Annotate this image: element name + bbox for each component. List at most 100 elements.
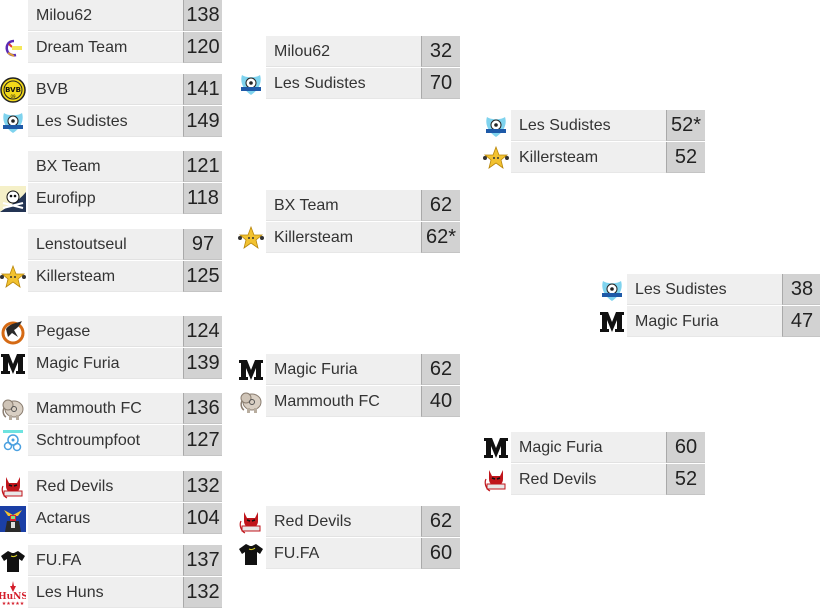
team-name[interactable]: BVB <box>28 74 183 105</box>
red-devil-icon <box>483 467 509 493</box>
team-row[interactable]: Killersteam 62* <box>266 222 460 254</box>
team-row[interactable]: Red Devils 62 <box>266 506 460 538</box>
team-name[interactable]: Red Devils <box>28 471 183 502</box>
team-score: 32 <box>421 36 460 67</box>
team-row[interactable]: Milou62 32 <box>266 36 460 68</box>
les-sudistes-icon <box>483 113 509 139</box>
team-name[interactable]: Magic Furia <box>511 432 666 463</box>
team-score: 47 <box>782 306 820 337</box>
team-row[interactable]: Actarus 104 <box>28 503 222 535</box>
match-box[interactable]: Red Devils 62 FU.FA 60 <box>266 506 460 570</box>
team-score: 149 <box>183 106 222 137</box>
team-row[interactable]: BX Team 62 <box>266 190 460 222</box>
team-row[interactable]: BVB 141 <box>28 74 222 106</box>
match-box[interactable]: BVB 141 Les Sudistes 149 <box>28 74 222 138</box>
team-row[interactable]: Les Sudistes 38 <box>627 274 820 306</box>
team-name[interactable]: Lenstoutseul <box>28 229 183 260</box>
team-name[interactable]: Mammouth FC <box>28 393 183 424</box>
team-name[interactable]: Killersteam <box>28 261 183 292</box>
team-name[interactable]: Killersteam <box>511 142 666 173</box>
team-name[interactable]: FU.FA <box>28 545 183 576</box>
bvb-icon <box>0 77 26 103</box>
match-box[interactable]: Magic Furia 62 Mammouth FC 40 <box>266 354 460 418</box>
team-name[interactable]: Schtroumpfoot <box>28 425 183 456</box>
team-name[interactable]: Magic Furia <box>627 306 782 337</box>
team-name[interactable]: Eurofipp <box>28 183 183 214</box>
match-box[interactable]: Red Devils 132 Actarus 104 <box>28 471 222 535</box>
team-score: 132 <box>183 577 222 608</box>
team-row[interactable]: Magic Furia 139 <box>28 348 222 380</box>
match-box[interactable]: Pegase 124 Magic Furia 139 <box>28 316 222 380</box>
team-row[interactable]: Mammouth FC 136 <box>28 393 222 425</box>
team-name[interactable]: Mammouth FC <box>266 386 421 417</box>
team-row[interactable]: Red Devils 52 <box>511 464 705 496</box>
match-box[interactable]: BX Team 121 Eurofipp 118 <box>28 151 222 215</box>
team-row[interactable]: Schtroumpfoot 127 <box>28 425 222 457</box>
huns-icon <box>0 580 26 606</box>
match-box[interactable]: Milou62 32 Les Sudistes 70 <box>266 36 460 100</box>
team-row[interactable]: Dream Team 120 <box>28 32 222 64</box>
team-score: 60 <box>421 538 460 569</box>
team-name[interactable]: Red Devils <box>266 506 421 537</box>
team-score: 127 <box>183 425 222 456</box>
team-name[interactable]: Milou62 <box>28 0 183 31</box>
team-row[interactable]: Killersteam 125 <box>28 261 222 293</box>
team-score: 40 <box>421 386 460 417</box>
team-row[interactable]: Les Huns 132 <box>28 577 222 609</box>
team-row[interactable]: Lenstoutseul 97 <box>28 229 222 261</box>
star-icon <box>483 145 509 171</box>
team-name[interactable]: Milou62 <box>266 36 421 67</box>
team-row[interactable]: Les Sudistes 70 <box>266 68 460 100</box>
team-score: 125 <box>183 261 222 292</box>
black-shirt-icon <box>238 541 264 567</box>
team-row[interactable]: Magic Furia 62 <box>266 354 460 386</box>
team-row[interactable]: Red Devils 132 <box>28 471 222 503</box>
team-row[interactable]: Magic Furia 60 <box>511 432 705 464</box>
team-name[interactable]: Les Sudistes <box>28 106 183 137</box>
team-name[interactable]: Magic Furia <box>28 348 183 379</box>
team-score: 104 <box>183 503 222 534</box>
team-name[interactable]: Pegase <box>28 316 183 347</box>
team-score: 137 <box>183 545 222 576</box>
team-score: 120 <box>183 32 222 63</box>
match-box[interactable]: Mammouth FC 136 Schtroumpfoot 127 <box>28 393 222 457</box>
team-name[interactable]: Magic Furia <box>266 354 421 385</box>
black-shirt-icon <box>0 548 26 574</box>
team-name[interactable]: Les Sudistes <box>266 68 421 99</box>
les-sudistes-icon <box>0 109 26 135</box>
team-name[interactable]: Killersteam <box>266 222 421 253</box>
les-sudistes-icon <box>238 71 264 97</box>
match-box[interactable]: Les Sudistes 38 Magic Furia 47 <box>627 274 820 338</box>
match-box[interactable]: Lenstoutseul 97 Killersteam 125 <box>28 229 222 293</box>
match-box[interactable]: Magic Furia 60 Red Devils 52 <box>511 432 705 496</box>
team-name[interactable]: Les Sudistes <box>511 110 666 141</box>
m-letter-icon <box>0 351 26 377</box>
match-box[interactable]: Les Sudistes 52* Killersteam 52 <box>511 110 705 174</box>
team-name[interactable]: BX Team <box>266 190 421 221</box>
team-row[interactable]: FU.FA 137 <box>28 545 222 577</box>
team-row[interactable]: Mammouth FC 40 <box>266 386 460 418</box>
team-name[interactable]: FU.FA <box>266 538 421 569</box>
team-row[interactable]: Magic Furia 47 <box>627 306 820 338</box>
team-name[interactable]: Dream Team <box>28 32 183 63</box>
team-name[interactable]: Les Sudistes <box>627 274 782 305</box>
team-row[interactable]: Killersteam 52 <box>511 142 705 174</box>
team-row[interactable]: Pegase 124 <box>28 316 222 348</box>
team-name[interactable]: BX Team <box>28 151 183 182</box>
team-row[interactable]: Milou62 138 <box>28 0 222 32</box>
mammoth-icon <box>0 396 26 422</box>
team-name[interactable]: Les Huns <box>28 577 183 608</box>
team-name[interactable]: Red Devils <box>511 464 666 495</box>
team-score: 124 <box>183 316 222 347</box>
team-name[interactable]: Actarus <box>28 503 183 534</box>
star-icon <box>238 225 264 251</box>
match-box[interactable]: Milou62 138 Dream Team 120 <box>28 0 222 64</box>
match-box[interactable]: FU.FA 137 Les Huns 132 <box>28 545 222 609</box>
team-row[interactable]: BX Team 121 <box>28 151 222 183</box>
team-row[interactable]: Les Sudistes 149 <box>28 106 222 138</box>
team-row[interactable]: Les Sudistes 52* <box>511 110 705 142</box>
team-row[interactable]: Eurofipp 118 <box>28 183 222 215</box>
match-box[interactable]: BX Team 62 Killersteam 62* <box>266 190 460 254</box>
team-row[interactable]: FU.FA 60 <box>266 538 460 570</box>
team-score: 141 <box>183 74 222 105</box>
